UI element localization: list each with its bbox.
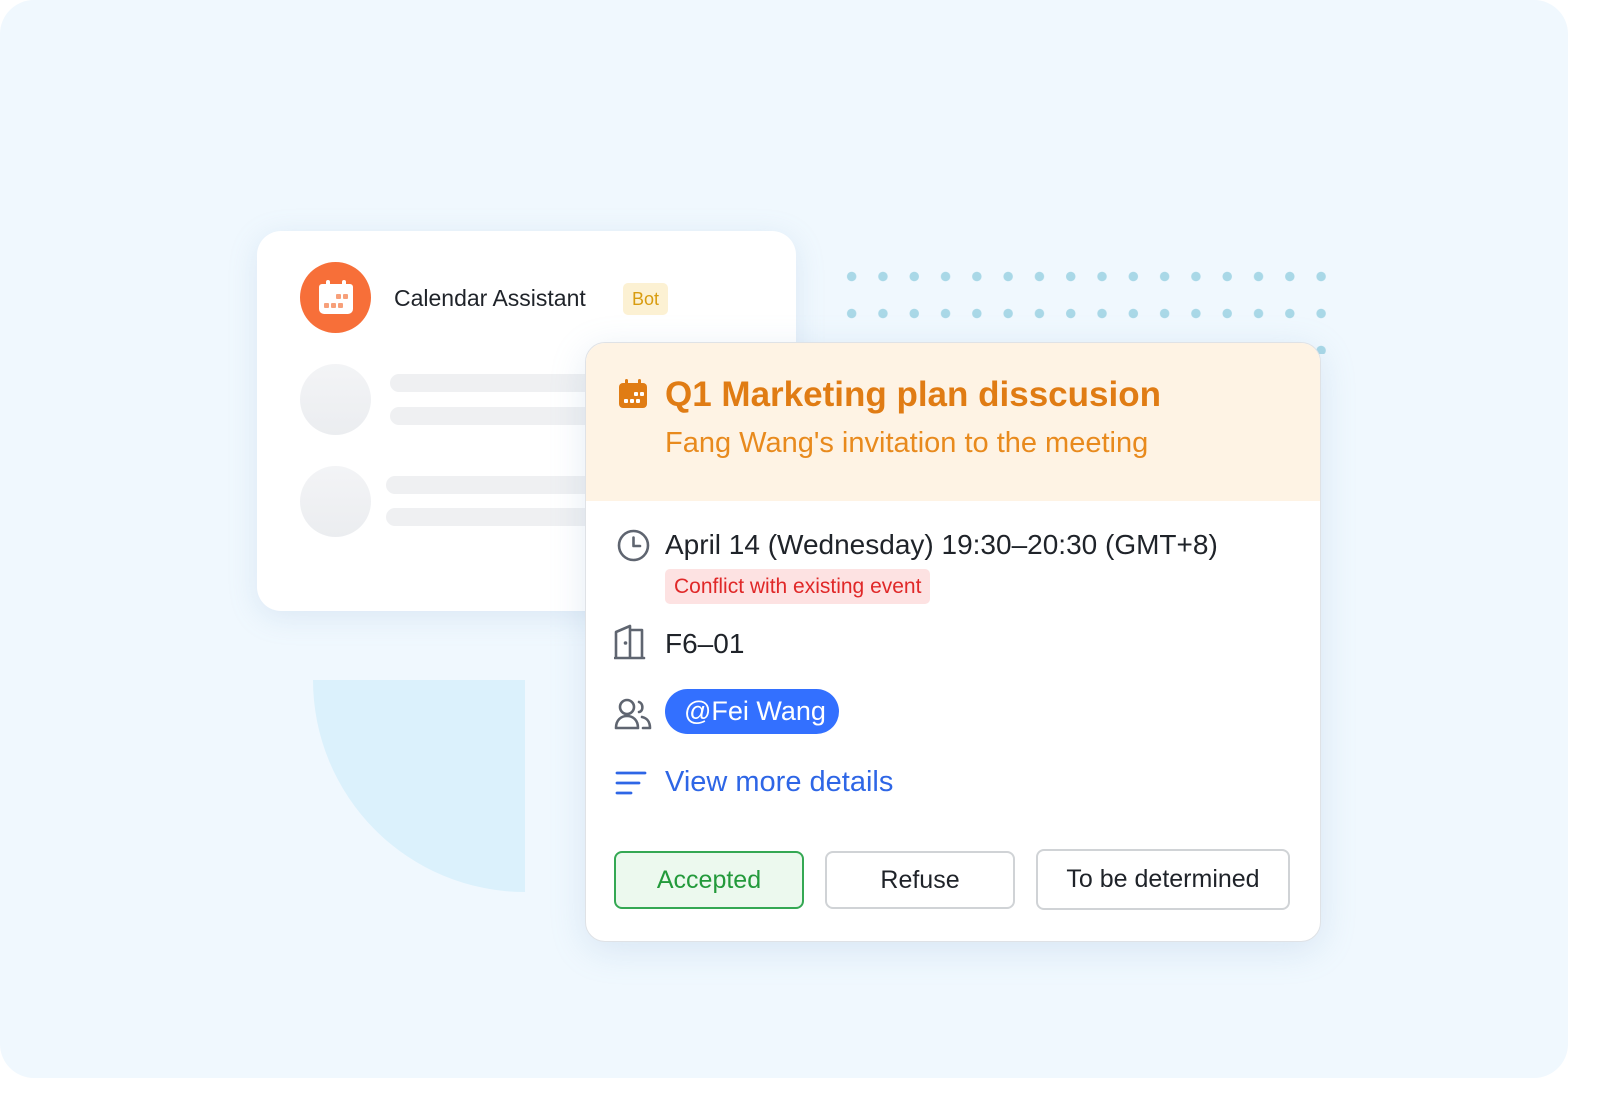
view-more-details-link[interactable]: View more details bbox=[665, 766, 893, 799]
refuse-button[interactable]: Refuse bbox=[825, 851, 1015, 909]
bot-avatar bbox=[300, 262, 371, 333]
calendar-icon bbox=[619, 379, 647, 408]
accept-button[interactable]: Accepted bbox=[614, 851, 804, 909]
users-icon bbox=[614, 698, 652, 730]
event-time: April 14 (Wednesday) 19:30–20:30 (GMT+8) bbox=[665, 529, 1218, 560]
to-be-determined-button[interactable]: To be determined bbox=[1036, 849, 1290, 910]
meeting-room: F6–01 bbox=[665, 628, 745, 659]
door-icon bbox=[614, 624, 646, 660]
bot-name: Calendar Assistant bbox=[394, 285, 586, 311]
decorative-quarter-circle bbox=[313, 680, 525, 892]
placeholder-avatar bbox=[300, 364, 371, 435]
event-subtitle: Fang Wang's invitation to the meeting bbox=[665, 427, 1149, 459]
conflict-badge: Conflict with existing event bbox=[665, 569, 931, 604]
clock-icon bbox=[617, 529, 650, 562]
event-title: Q1 Marketing plan disscusion bbox=[665, 375, 1161, 414]
background-canvas: Calendar Assistant Bot Q1 Marketing plan… bbox=[0, 0, 1568, 1078]
calendar-icon bbox=[318, 279, 353, 314]
event-invitation-card: Q1 Marketing plan disscusion Fang Wang's… bbox=[585, 342, 1321, 942]
event-header: Q1 Marketing plan disscusion Fang Wang's… bbox=[586, 343, 1320, 501]
list-icon bbox=[615, 771, 647, 795]
bot-tag: Bot bbox=[623, 283, 669, 315]
decorative-dot-grid bbox=[836, 258, 1326, 354]
attendee-mention[interactable]: @Fei Wang bbox=[665, 689, 839, 734]
placeholder-avatar bbox=[300, 466, 371, 537]
